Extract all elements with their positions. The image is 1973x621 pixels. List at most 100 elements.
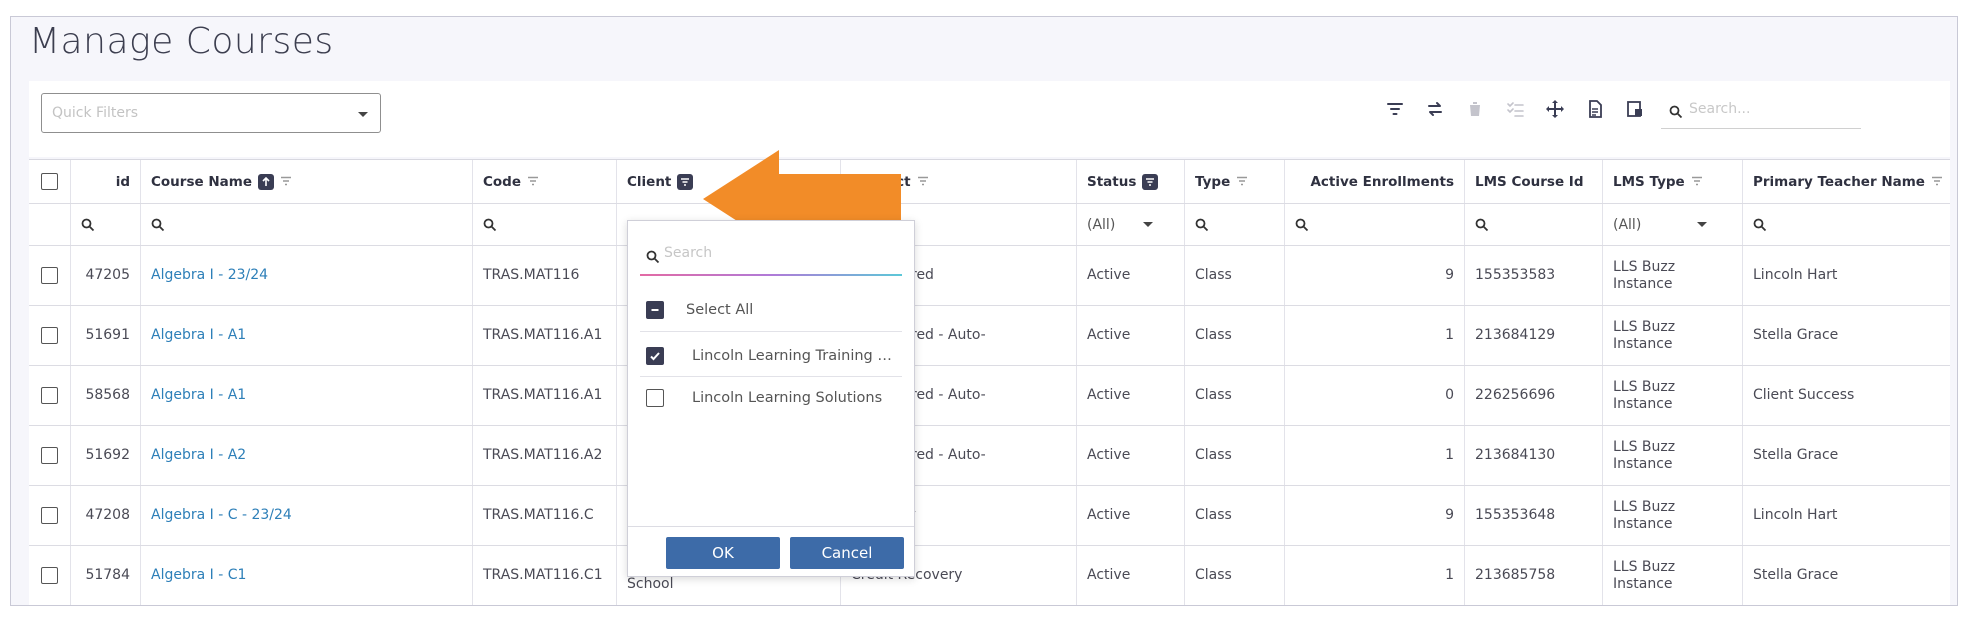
search-icon: [151, 218, 165, 231]
trash-icon[interactable]: [1461, 95, 1489, 123]
checklist-icon[interactable]: [1501, 95, 1529, 123]
cell-id: 47208: [71, 486, 141, 545]
table-row[interactable]: 51784 Algebra I - C1 TRAS.MAT116.C1 Linc…: [29, 546, 1950, 605]
quick-filters-dropdown[interactable]: Quick Filters: [41, 93, 381, 133]
cell-active-enrollments: 9: [1285, 246, 1465, 305]
row-checkbox[interactable]: [29, 366, 71, 425]
page-title: Manage Courses: [29, 21, 334, 62]
table-row[interactable]: 47208 Algebra I - C - 23/24 TRAS.MAT116.…: [29, 486, 1950, 546]
column-filter-icon[interactable]: [1931, 174, 1943, 190]
indeterminate-checkbox[interactable]: [646, 301, 664, 319]
export-pdf-icon[interactable]: [1581, 95, 1609, 123]
move-icon[interactable]: [1541, 95, 1569, 123]
column-header-type[interactable]: Type: [1185, 160, 1285, 203]
table-row[interactable]: 51692 Algebra I - A2 TRAS.MAT116.A2 Empo…: [29, 426, 1950, 486]
column-header-id[interactable]: id: [71, 160, 141, 203]
client-option-label: Lincoln Learning Training S...: [692, 348, 892, 364]
column-filter-icon[interactable]: [1691, 174, 1703, 190]
table-row[interactable]: 47205 Algebra I - 23/24 TRAS.MAT116 Empo…: [29, 246, 1950, 306]
column-header-lms-type[interactable]: LMS Type: [1603, 160, 1743, 203]
column-filter-icon[interactable]: [1236, 174, 1248, 190]
course-name-link[interactable]: Algebra I - A2: [141, 426, 473, 485]
swap-icon[interactable]: [1421, 95, 1449, 123]
filter-cell-course-name[interactable]: [141, 204, 473, 245]
column-filter-icon[interactable]: [527, 174, 539, 190]
select-all-rows-checkbox[interactable]: [29, 160, 71, 203]
filter-cell-id[interactable]: [71, 204, 141, 245]
cell-type: Class: [1185, 366, 1285, 425]
cell-id: 58568: [71, 366, 141, 425]
cell-primary-teacher: Stella Grace: [1753, 447, 1839, 463]
cell-primary-teacher: Lincoln Hart: [1753, 267, 1838, 283]
cell-type: Class: [1185, 306, 1285, 365]
client-filter-popup: Search Select All Lincoln Learning Train…: [627, 220, 915, 577]
filter-icon[interactable]: [1381, 95, 1409, 123]
active-filter-icon[interactable]: [677, 173, 694, 190]
ok-button[interactable]: OK: [666, 537, 780, 569]
column-header-primary-teacher[interactable]: Primary Teacher Name: [1743, 160, 1950, 203]
sort-ascending-icon[interactable]: [257, 173, 274, 190]
course-name-link[interactable]: Algebra I - C1: [141, 546, 473, 605]
filter-select-lms-type[interactable]: (All): [1603, 204, 1743, 245]
cell-active-enrollments: 1: [1285, 546, 1465, 605]
export-file-icon[interactable]: [1621, 95, 1649, 123]
chevron-down-icon: [358, 112, 368, 117]
app-frame: Manage Courses Quick Filters Search... i…: [10, 16, 1958, 606]
client-option-label: Lincoln Learning Solutions: [692, 390, 883, 406]
cell-primary-teacher: Stella Grace: [1753, 327, 1839, 343]
courses-grid: id Course Name Code Client Product Statu…: [29, 159, 1950, 605]
cell-code: TRAS.MAT116.A1: [473, 366, 617, 425]
column-header-code[interactable]: Code: [473, 160, 617, 203]
chevron-down-icon: [1697, 222, 1708, 227]
checked-checkbox[interactable]: [646, 347, 664, 365]
course-name-link[interactable]: Algebra I - A1: [141, 366, 473, 425]
column-header-lms-course-id[interactable]: LMS Course Id: [1465, 160, 1603, 203]
filter-select-status[interactable]: (All): [1077, 204, 1185, 245]
cell-lms-course-id: 226256696: [1465, 366, 1603, 425]
active-filter-icon[interactable]: [1142, 173, 1159, 190]
table-row[interactable]: 58568 Algebra I - A1 TRAS.MAT116.A1 Empo…: [29, 366, 1950, 426]
row-checkbox[interactable]: [29, 486, 71, 545]
cell-code: TRAS.MAT116.C1: [473, 546, 617, 605]
filter-cell-primary-teacher[interactable]: [1743, 204, 1950, 245]
cell-active-enrollments: 9: [1285, 486, 1465, 545]
course-name-link[interactable]: Algebra I - A1: [141, 306, 473, 365]
cell-type: Class: [1185, 486, 1285, 545]
unchecked-checkbox[interactable]: [646, 389, 664, 407]
cell-status: Active: [1077, 426, 1185, 485]
client-option[interactable]: Lincoln Learning Training S...: [640, 337, 902, 375]
search-icon: [1295, 218, 1309, 231]
cell-lms-type: LLS Buzz Instance: [1603, 306, 1743, 365]
client-filter-search-input[interactable]: Search: [640, 241, 902, 273]
column-filter-icon[interactable]: [280, 174, 292, 190]
chevron-down-icon: [1143, 222, 1154, 227]
select-all-option[interactable]: Select All: [640, 291, 902, 329]
search-icon: [1475, 218, 1489, 231]
column-header-status[interactable]: Status: [1077, 160, 1185, 203]
global-search-input[interactable]: Search...: [1661, 95, 1861, 129]
filter-cell-lms-course-id[interactable]: [1465, 204, 1603, 245]
filter-cell-active-enrollments[interactable]: [1285, 204, 1465, 245]
cell-primary-teacher: Client Success: [1753, 387, 1855, 403]
table-row[interactable]: 51691 Algebra I - A1 TRAS.MAT116.A1 Empo…: [29, 306, 1950, 366]
filter-cell-code[interactable]: [473, 204, 617, 245]
cell-lms-course-id: 213685758: [1465, 546, 1603, 605]
row-checkbox[interactable]: [29, 546, 71, 605]
filter-cell-type[interactable]: [1185, 204, 1285, 245]
cancel-button[interactable]: Cancel: [790, 537, 904, 569]
search-icon: [646, 249, 660, 268]
row-checkbox[interactable]: [29, 246, 71, 305]
row-checkbox[interactable]: [29, 306, 71, 365]
column-header-active-enrollments[interactable]: Active Enrollments: [1285, 160, 1465, 203]
cell-active-enrollments: 0: [1285, 366, 1465, 425]
column-filter-icon[interactable]: [917, 174, 929, 190]
column-header-course-name[interactable]: Course Name: [141, 160, 473, 203]
client-option[interactable]: Lincoln Learning Solutions: [640, 379, 902, 417]
cell-lms-course-id: 213684130: [1465, 426, 1603, 485]
select-all-label: Select All: [686, 302, 754, 318]
course-name-link[interactable]: Algebra I - C - 23/24: [141, 486, 473, 545]
search-icon: [1195, 218, 1209, 231]
row-checkbox[interactable]: [29, 426, 71, 485]
course-name-link[interactable]: Algebra I - 23/24: [141, 246, 473, 305]
toolbar-icons: [1381, 95, 1649, 123]
